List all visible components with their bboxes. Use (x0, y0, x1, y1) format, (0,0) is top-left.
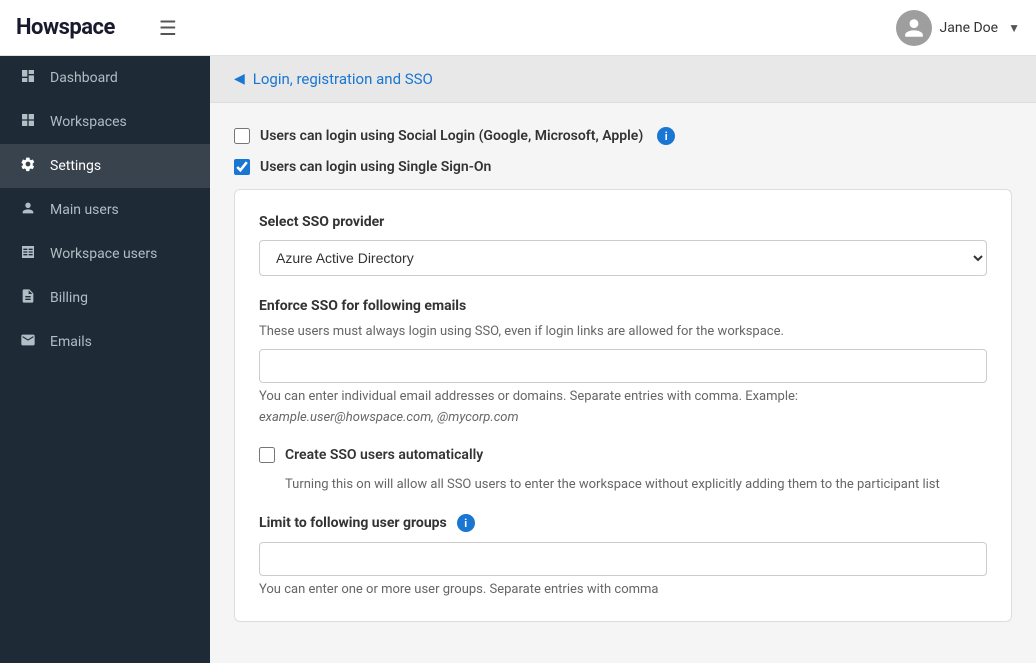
limit-user-groups-header: Limit to following user groups i (259, 514, 987, 532)
sidebar-label-main-users: Main users (50, 202, 119, 218)
sidebar-item-dashboard[interactable]: Dashboard (0, 56, 210, 100)
limit-user-groups-label: Limit to following user groups (259, 515, 447, 531)
enforce-sso-desc: These users must always login using SSO,… (259, 324, 987, 339)
sidebar-item-emails[interactable]: Emails (0, 320, 210, 364)
create-sso-label: Create SSO users automatically (285, 447, 483, 463)
sidebar-item-billing[interactable]: Billing (0, 276, 210, 320)
create-sso-desc: Turning this on will allow all SSO users… (285, 477, 987, 492)
hamburger-icon[interactable]: ☰ (159, 16, 177, 40)
dashboard-icon (18, 68, 38, 88)
avatar (896, 10, 932, 46)
app-header: Howspace ☰ Jane Doe ▼ (0, 0, 1036, 56)
username-label: Jane Doe (940, 20, 999, 36)
sidebar-label-workspaces: Workspaces (50, 114, 127, 130)
sso-provider-select[interactable]: Azure Active Directory Google Okta SAML … (259, 240, 987, 276)
enforce-sso-section: Enforce SSO for following emails These u… (259, 298, 987, 425)
sidebar-item-workspace-users[interactable]: Workspace users (0, 232, 210, 276)
emails-icon (18, 332, 38, 352)
enforce-sso-hint: You can enter individual email addresses… (259, 389, 987, 404)
section-header[interactable]: ◀ Login, registration and SSO (210, 56, 1036, 103)
settings-icon (18, 156, 38, 176)
create-sso-users-section: Create SSO users automatically Turning t… (259, 447, 987, 492)
sidebar-label-dashboard: Dashboard (50, 70, 118, 86)
sidebar-item-settings[interactable]: Settings (0, 144, 210, 188)
main-users-icon (18, 200, 38, 220)
chevron-down-icon: ▼ (1008, 21, 1020, 35)
limit-user-groups-hint: You can enter one or more user groups. S… (259, 582, 987, 597)
sidebar-item-main-users[interactable]: Main users (0, 188, 210, 232)
sidebar-label-emails: Emails (50, 334, 92, 350)
enforce-sso-input[interactable] (259, 349, 987, 383)
limit-user-groups-section: Limit to following user groups i You can… (259, 514, 987, 597)
section-title: Login, registration and SSO (253, 70, 433, 88)
limit-user-groups-info-icon[interactable]: i (457, 514, 475, 532)
limit-user-groups-input[interactable] (259, 542, 987, 576)
workspace-users-icon (18, 244, 38, 264)
sso-provider-label: Select SSO provider (259, 214, 987, 230)
logo: Howspace (16, 15, 115, 40)
workspaces-icon (18, 112, 38, 132)
main-content: ◀ Login, registration and SSO Users can … (210, 56, 1036, 663)
sidebar: Dashboard Workspaces Settings Main users… (0, 56, 210, 663)
section-collapse-icon[interactable]: ◀ (234, 71, 245, 87)
sso-login-checkbox[interactable] (234, 159, 250, 175)
sso-login-label: Users can login using Single Sign-On (260, 159, 491, 175)
sso-settings-box: Select SSO provider Azure Active Directo… (234, 189, 1012, 622)
billing-icon (18, 288, 38, 308)
enforce-sso-hint2: example.user@howspace.com, @mycorp.com (259, 410, 987, 425)
social-login-checkbox[interactable] (234, 128, 250, 144)
user-menu[interactable]: Jane Doe ▼ (896, 10, 1020, 46)
sidebar-label-workspace-users: Workspace users (50, 246, 157, 262)
main-layout: Dashboard Workspaces Settings Main users… (0, 56, 1036, 663)
settings-content: Users can login using Social Login (Goog… (210, 103, 1036, 646)
sidebar-label-settings: Settings (50, 158, 101, 174)
create-sso-checkbox[interactable] (259, 447, 275, 463)
social-login-info-icon[interactable]: i (657, 127, 675, 145)
enforce-sso-label: Enforce SSO for following emails (259, 298, 987, 314)
social-login-row: Users can login using Social Login (Goog… (234, 127, 1012, 145)
create-sso-checkbox-row: Create SSO users automatically (259, 447, 987, 463)
sidebar-item-workspaces[interactable]: Workspaces (0, 100, 210, 144)
sso-login-row: Users can login using Single Sign-On (234, 159, 1012, 175)
sidebar-label-billing: Billing (50, 290, 88, 306)
social-login-label: Users can login using Social Login (Goog… (260, 128, 643, 144)
